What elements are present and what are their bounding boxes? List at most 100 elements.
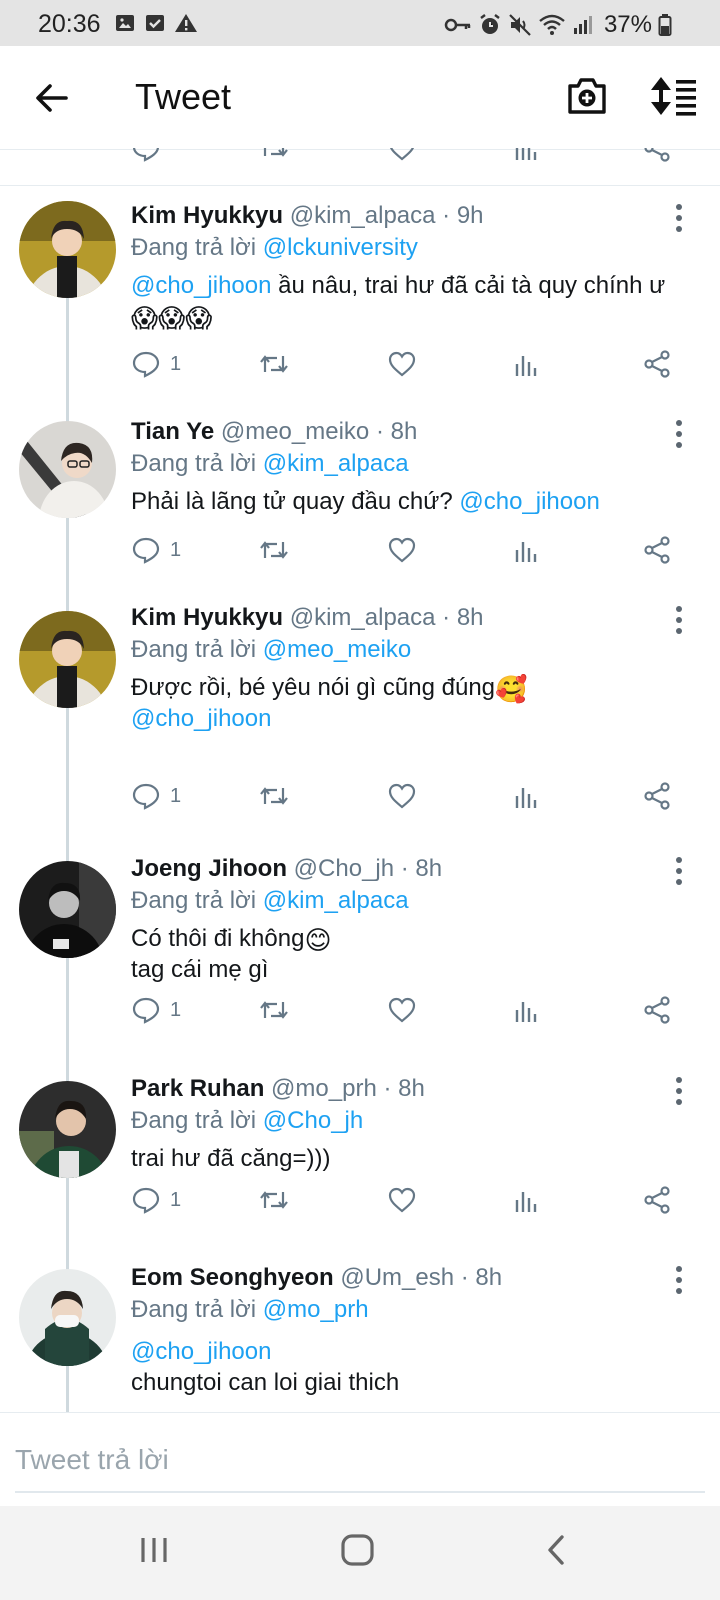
retweet-button[interactable] <box>258 782 290 810</box>
reply-button[interactable]: 1 <box>132 1186 181 1214</box>
like-button[interactable] <box>388 782 416 810</box>
replying-to-label: Đang trả lời <box>131 234 257 261</box>
mention-link[interactable]: @cho_jihoon <box>131 272 271 299</box>
retweet-button[interactable] <box>258 996 290 1024</box>
reply-count: 1 <box>170 1188 182 1211</box>
replying-to: Đang trả lời @lckuniversity <box>131 234 418 262</box>
stats-button[interactable] <box>514 782 538 810</box>
mention-link[interactable]: @cho_jihoon <box>131 1338 271 1365</box>
more-options-button[interactable] <box>668 1076 690 1106</box>
stats-button[interactable] <box>514 350 538 378</box>
author-handle[interactable]: @Um_esh <box>340 1264 454 1291</box>
share-button[interactable] <box>643 782 671 810</box>
tweet-text-content: ầu nâu, trai hư đã cải tà quy chính ư <box>271 272 666 299</box>
camera-button[interactable] <box>566 74 608 118</box>
share-button[interactable] <box>643 1186 671 1214</box>
avatar[interactable] <box>19 1269 116 1366</box>
replying-to-label: Đang trả lời <box>131 636 257 663</box>
reply-input-underline <box>15 1491 705 1493</box>
author-name[interactable]: Eom Seonghyeon <box>131 1264 334 1291</box>
stats-button[interactable] <box>514 536 538 564</box>
like-button[interactable] <box>388 536 416 564</box>
tweet-text-content: chungtoi can loi giai thich <box>131 1369 400 1396</box>
tweet-time: · 8h <box>400 855 443 882</box>
warning-icon <box>175 14 197 32</box>
like-button[interactable] <box>388 350 416 378</box>
stats-button[interactable] <box>514 996 538 1024</box>
author-name[interactable]: Park Ruhan <box>131 1075 264 1102</box>
retweet-button[interactable] <box>258 536 290 564</box>
reply-button[interactable]: 1 <box>132 782 181 810</box>
more-options-button[interactable] <box>668 419 690 449</box>
home-button[interactable] <box>338 1530 378 1575</box>
reply-button[interactable] <box>132 148 160 162</box>
replying-to-mention[interactable]: @kim_alpaca <box>263 887 409 914</box>
more-options-button[interactable] <box>668 1265 690 1295</box>
retweet-button[interactable] <box>258 1186 290 1214</box>
emoji: 😱😱😱 <box>131 303 213 333</box>
author-name[interactable]: Kim Hyukkyu <box>131 202 283 229</box>
notification-icons <box>114 12 198 34</box>
vertical-dots-icon <box>676 606 682 634</box>
share-button[interactable] <box>643 996 671 1024</box>
author-handle[interactable]: @Cho_jh <box>294 855 394 882</box>
reply-button[interactable]: 1 <box>132 350 181 378</box>
retweet-button[interactable] <box>258 148 290 162</box>
top-app-bar: Tweet <box>0 46 720 150</box>
avatar[interactable] <box>19 421 116 518</box>
tweet-header: Eom Seonghyeon @Um_esh · 8h <box>131 1264 502 1292</box>
replying-to: Đang trả lời @meo_meiko <box>131 636 411 664</box>
avatar[interactable] <box>19 611 116 708</box>
replying-to-mention[interactable]: @meo_meiko <box>263 636 411 663</box>
avatar[interactable] <box>19 1081 116 1178</box>
recents-button[interactable] <box>138 1530 170 1575</box>
stats-button[interactable] <box>514 1186 538 1214</box>
more-options-button[interactable] <box>668 605 690 635</box>
like-button[interactable] <box>388 996 416 1024</box>
reply-button[interactable]: 1 <box>132 536 181 564</box>
reply-button[interactable]: 1 <box>132 996 181 1024</box>
tweet-actions: 1 <box>0 536 720 576</box>
tweet-header: Kim Hyukkyu @kim_alpaca · 8h <box>131 604 484 632</box>
author-handle[interactable]: @meo_meiko <box>221 418 369 445</box>
heart-icon <box>388 351 416 377</box>
system-back-button[interactable] <box>540 1530 572 1575</box>
key-icon <box>444 18 471 32</box>
avatar[interactable] <box>19 201 116 298</box>
author-handle[interactable]: @mo_prh <box>271 1075 377 1102</box>
status-bar: 20:36 37% <box>0 0 720 46</box>
emoji: 😊 <box>304 925 332 955</box>
replying-to-mention[interactable]: @mo_prh <box>263 1296 369 1323</box>
speech-bubble-icon <box>132 1187 160 1214</box>
like-button[interactable] <box>388 148 416 162</box>
more-options-button[interactable] <box>668 856 690 886</box>
author-handle[interactable]: @kim_alpaca <box>290 202 436 229</box>
share-button[interactable] <box>643 536 671 564</box>
reply-count: 1 <box>170 538 182 561</box>
like-button[interactable] <box>388 1186 416 1214</box>
mention-link[interactable]: @cho_jihoon <box>131 705 271 732</box>
avatar[interactable] <box>19 861 116 958</box>
sort-list-icon <box>651 77 696 116</box>
tweet-time: · 8h <box>383 1075 425 1102</box>
stats-button[interactable] <box>514 148 538 162</box>
share-button[interactable] <box>643 350 671 378</box>
tweet-text: trai hư đã căng=))) <box>131 1143 691 1174</box>
bar-chart-icon <box>515 1002 537 1022</box>
reply-input[interactable] <box>15 1435 705 1485</box>
replying-to-mention[interactable]: @Cho_jh <box>263 1107 363 1134</box>
replying-to-mention[interactable]: @lckuniversity <box>263 234 418 261</box>
share-button[interactable] <box>643 148 671 162</box>
tweet-time: · 8h <box>442 604 484 631</box>
tweet-text-content: Có thôi đi không <box>131 925 305 952</box>
more-options-button[interactable] <box>668 203 690 233</box>
back-button[interactable] <box>30 76 74 120</box>
sort-button[interactable] <box>650 74 698 118</box>
author-name[interactable]: Tian Ye <box>131 418 214 445</box>
author-name[interactable]: Joeng Jihoon <box>131 855 287 882</box>
author-handle[interactable]: @kim_alpaca <box>290 604 436 631</box>
author-name[interactable]: Kim Hyukkyu <box>131 604 283 631</box>
retweet-button[interactable] <box>258 350 290 378</box>
replying-to-mention[interactable]: @kim_alpaca <box>263 450 409 477</box>
mention-link[interactable]: @cho_jihoon <box>459 488 599 515</box>
